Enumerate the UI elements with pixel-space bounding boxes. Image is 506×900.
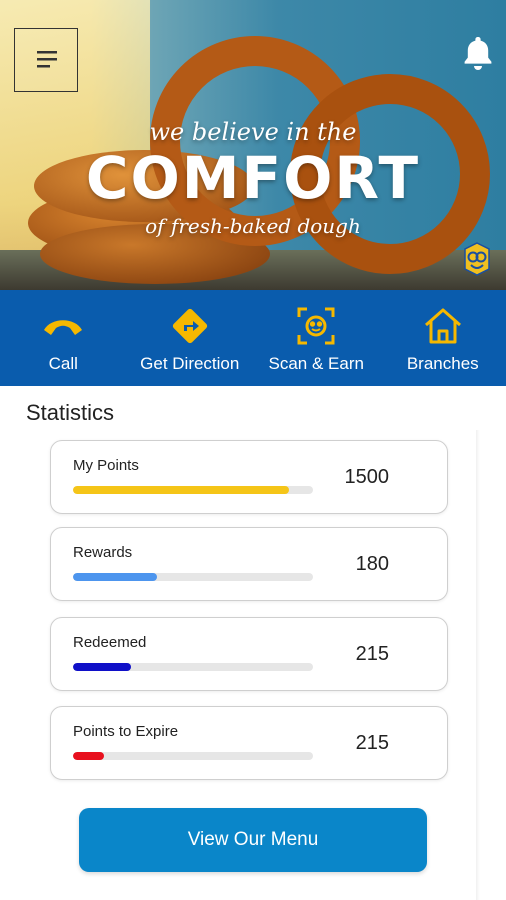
stat-progress-fill [73, 486, 289, 494]
hero-tagline-top: we believe in the [149, 118, 357, 146]
stat-value: 1500 [344, 466, 390, 488]
get-direction-button[interactable]: Get Direction [127, 290, 254, 386]
stat-progress-fill [73, 573, 157, 581]
bell-icon[interactable] [460, 34, 496, 72]
statistics-title: Statistics [26, 400, 115, 425]
stat-progress-fill [73, 663, 131, 671]
phone-icon [41, 306, 85, 346]
scan-earn-button[interactable]: Scan & Earn [253, 290, 380, 386]
call-button[interactable]: Call [0, 290, 127, 386]
hamburger-icon [37, 51, 57, 68]
brand-logo [464, 242, 490, 276]
stat-label: Rewards [73, 544, 133, 561]
direction-icon [168, 306, 212, 346]
scan-earn-label: Scan & Earn [268, 354, 364, 373]
branches-label: Branches [406, 354, 479, 373]
stat-card-points-to-expire[interactable]: Points to Expire 215 [50, 706, 448, 780]
menu-button[interactable] [14, 28, 78, 92]
scan-icon [294, 306, 338, 346]
stat-progress-track [73, 573, 313, 581]
stat-value: 215 [355, 643, 389, 665]
content-shadow [476, 430, 480, 900]
stat-progress-fill [73, 752, 105, 760]
hero-tagline-bottom: of fresh-baked dough [145, 214, 361, 238]
stat-card-my-points[interactable]: My Points 1500 [50, 440, 448, 514]
branches-button[interactable]: Branches [380, 290, 506, 386]
call-label: Call [48, 354, 78, 373]
quick-actions-bar: Call Get Direction Scan & Earn Branches [0, 290, 506, 386]
stat-value: 215 [355, 732, 389, 754]
stat-label: Redeemed [73, 634, 147, 651]
view-menu-button[interactable]: View Our Menu [79, 808, 427, 872]
stat-label: Points to Expire [73, 723, 179, 740]
hero-headline: COMFORT [85, 144, 421, 212]
get-direction-label: Get Direction [140, 354, 240, 373]
hero-banner: we believe in the COMFORT of fresh-baked… [0, 0, 506, 290]
stat-card-rewards[interactable]: Rewards 180 [50, 527, 448, 601]
stat-card-redeemed[interactable]: Redeemed 215 [50, 617, 448, 691]
stat-progress-track [73, 486, 313, 494]
stat-progress-track [73, 663, 313, 671]
stat-progress-track [73, 752, 313, 760]
home-icon [421, 306, 465, 346]
stat-label: My Points [73, 457, 139, 474]
stat-value: 180 [355, 553, 389, 575]
